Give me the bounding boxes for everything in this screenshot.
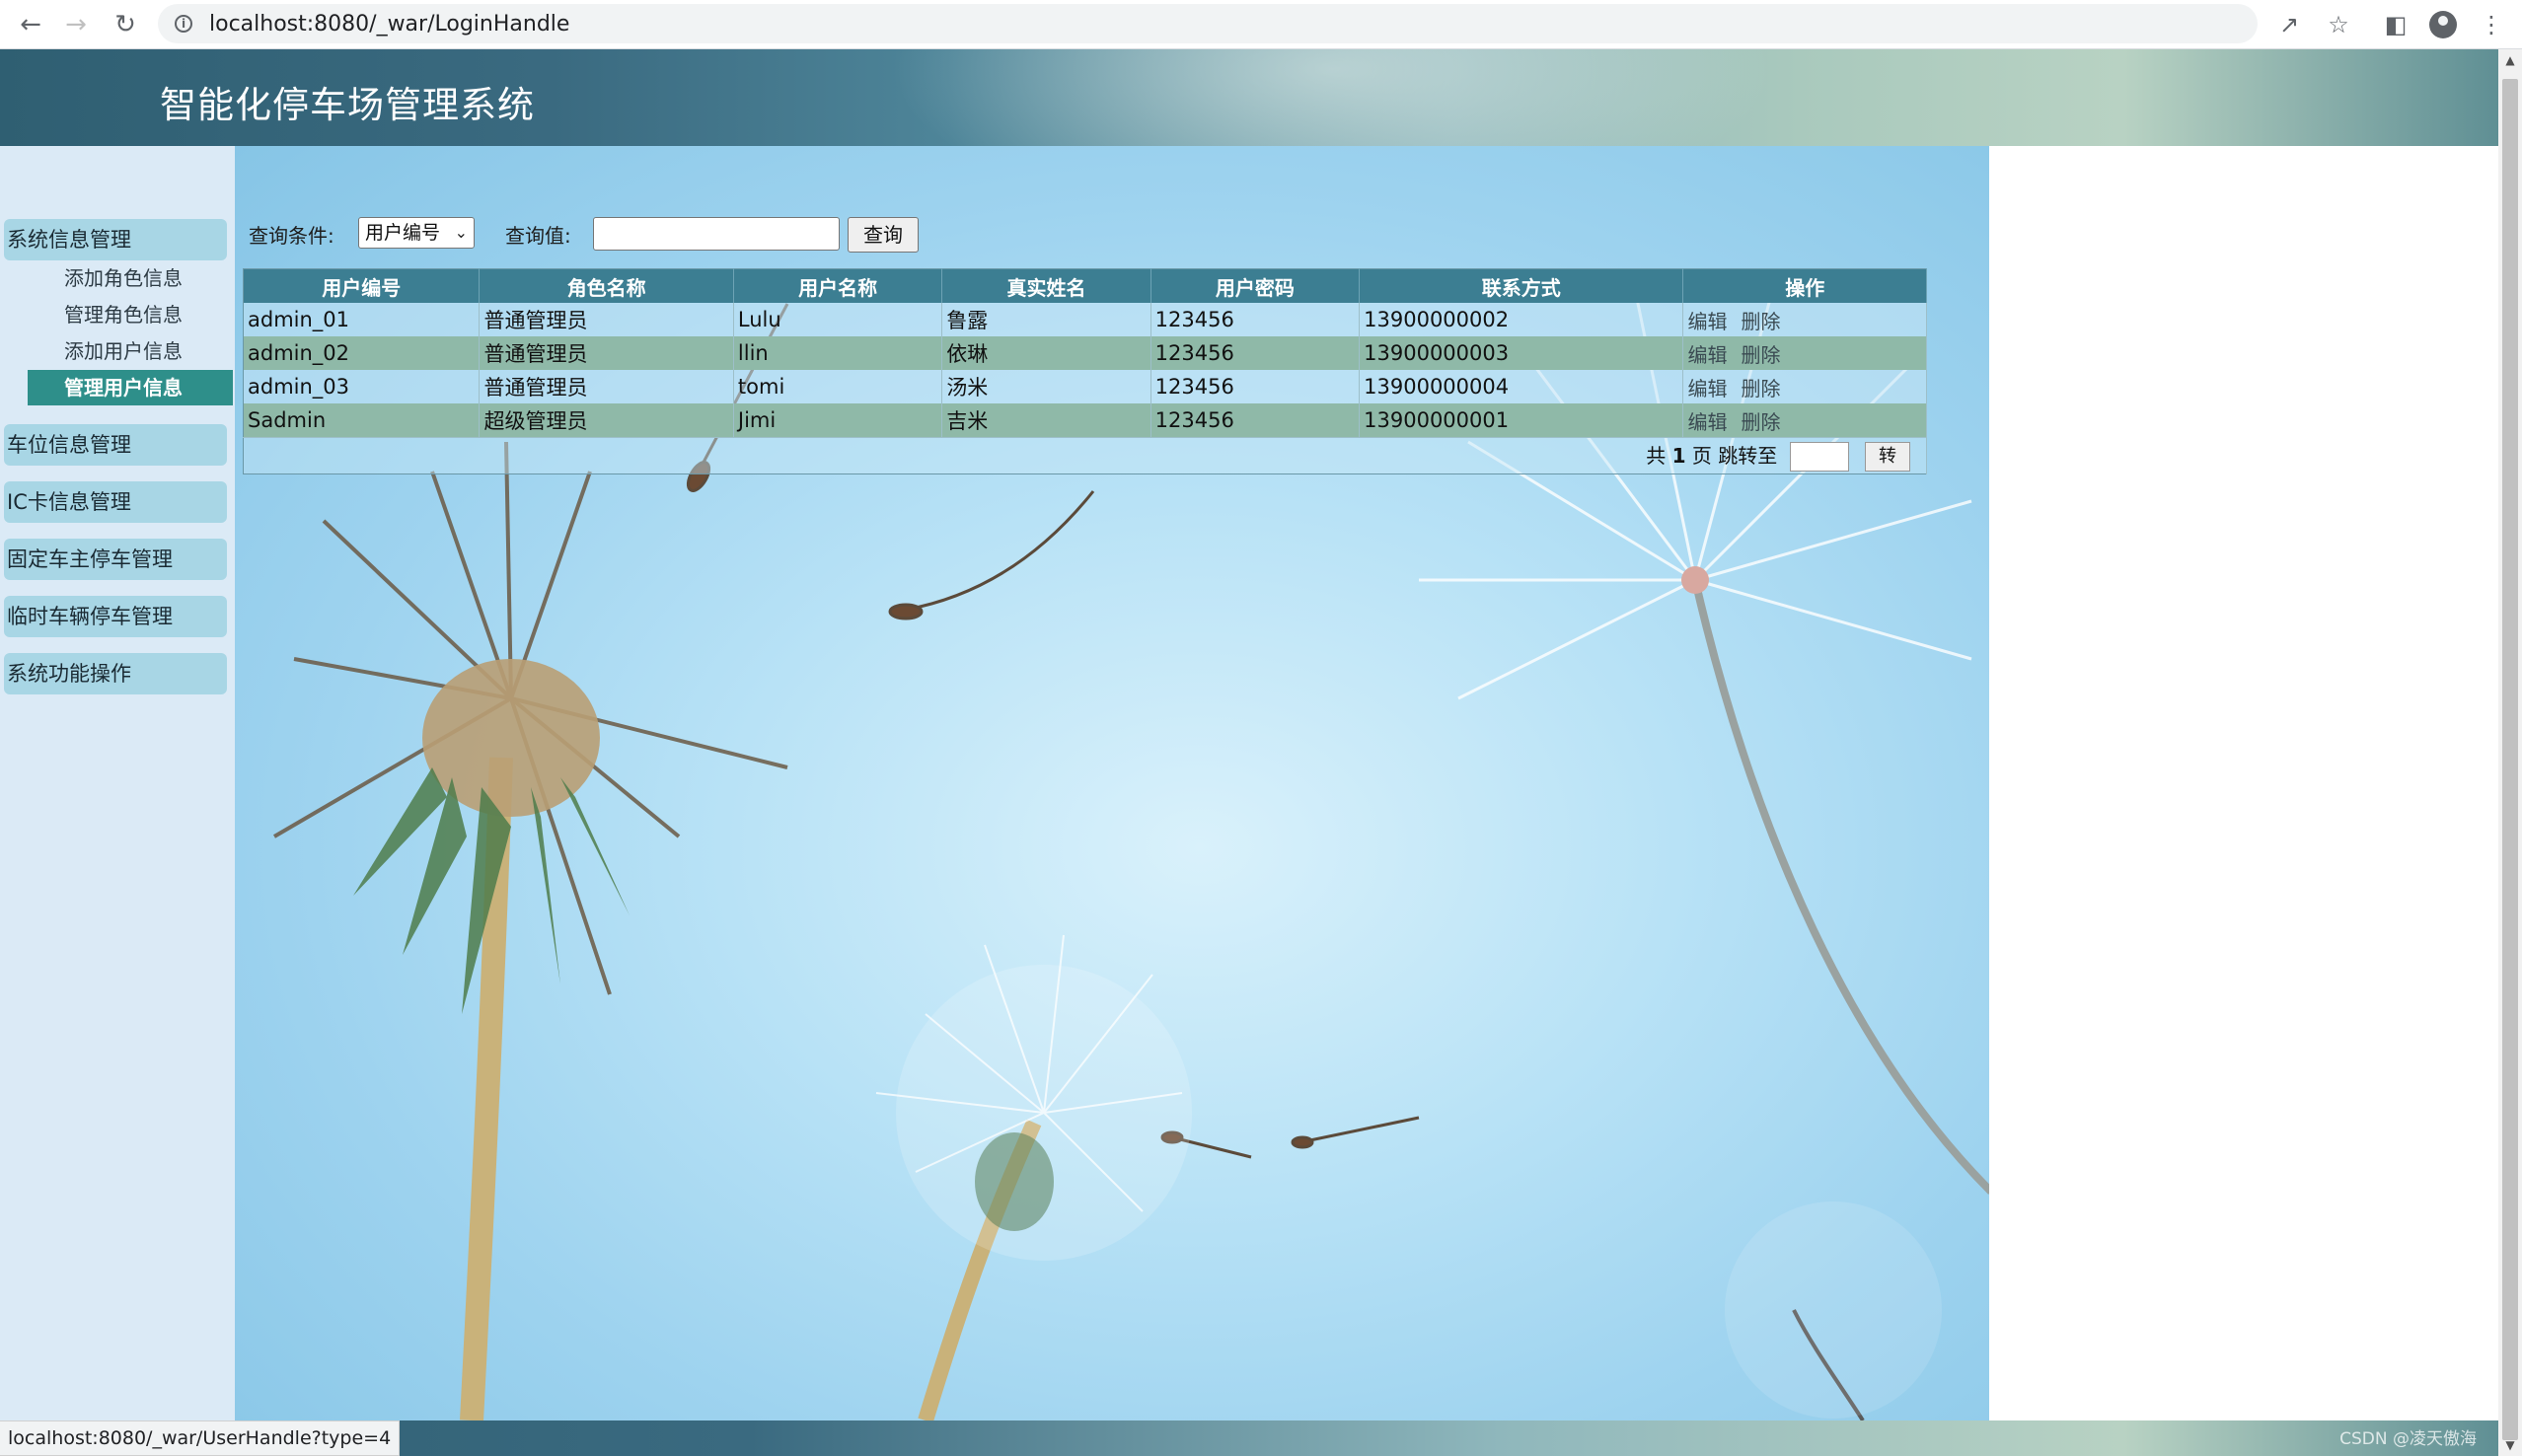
sub-item-add-user[interactable]: 添加用户信息 xyxy=(64,333,183,369)
cell-username: Lulu xyxy=(733,303,943,336)
cell-role: 超级管理员 xyxy=(479,403,734,438)
sub-item-add-role[interactable]: 添加角色信息 xyxy=(64,260,183,296)
watermark: CSDN @凌天傲海 xyxy=(2339,1429,2477,1449)
query-value-label: 查询值: xyxy=(505,224,571,248)
cell-operations: 编辑 删除 xyxy=(1682,370,1927,403)
profile-icon[interactable] xyxy=(2426,8,2460,41)
cell-password: 123456 xyxy=(1150,370,1361,403)
table-row: Sadmin 超级管理员 Jimi 吉米 123456 13900000001 … xyxy=(243,403,1927,438)
query-value-input[interactable] xyxy=(593,217,840,251)
cell-real-name: 鲁露 xyxy=(941,303,1151,336)
menu-group-fixed-owner[interactable]: 固定车主停车管理 xyxy=(4,539,227,580)
main-content: 查询条件: 用户编号 ⌄ 查询值: 查询 用户编号 角色名称 用户名称 真实姓名… xyxy=(235,146,1989,1420)
cell-operations: 编辑 删除 xyxy=(1682,336,1927,370)
scroll-up-icon[interactable]: ▲ xyxy=(2498,53,2522,67)
cell-role: 普通管理员 xyxy=(479,303,734,336)
status-bar-url: localhost:8080/_war/UserHandle?type=4 xyxy=(0,1420,401,1456)
pager-total-pages: 1 xyxy=(1671,443,1686,468)
table-header-row: 用户编号 角色名称 用户名称 真实姓名 用户密码 联系方式 操作 xyxy=(243,268,1927,303)
cell-contact: 13900000002 xyxy=(1359,303,1684,336)
query-button[interactable]: 查询 xyxy=(848,217,919,253)
cell-username: tomi xyxy=(733,370,943,403)
cell-contact: 13900000001 xyxy=(1359,403,1684,438)
cell-real-name: 汤米 xyxy=(941,370,1151,403)
cell-role: 普通管理员 xyxy=(479,336,734,370)
cell-user-id: admin_03 xyxy=(243,370,481,403)
reload-icon[interactable]: ↻ xyxy=(109,8,142,41)
pager: 共 1 页 跳转至 转 xyxy=(243,437,1927,474)
cell-username: Jimi xyxy=(733,403,943,438)
delete-link[interactable]: 删除 xyxy=(1741,343,1780,367)
query-condition-label: 查询条件: xyxy=(249,224,334,248)
table-row: admin_02 普通管理员 llin 依琳 123456 1390000000… xyxy=(243,336,1927,370)
edit-link[interactable]: 编辑 xyxy=(1687,343,1727,367)
menu-group-ic-card[interactable]: IC卡信息管理 xyxy=(4,481,227,523)
star-icon[interactable]: ☆ xyxy=(2322,8,2355,41)
user-table: 用户编号 角色名称 用户名称 真实姓名 用户密码 联系方式 操作 admin_0… xyxy=(243,268,1927,474)
menu-icon[interactable]: ⋮ xyxy=(2475,8,2508,41)
right-blank-area xyxy=(1989,146,2498,1420)
info-icon[interactable]: i xyxy=(175,15,192,33)
query-condition-value: 用户编号 xyxy=(365,222,441,244)
cell-role: 普通管理员 xyxy=(479,370,734,403)
column-header-operations: 操作 xyxy=(1682,268,1927,303)
query-condition-select[interactable]: 用户编号 ⌄ xyxy=(358,217,475,249)
edit-link[interactable]: 编辑 xyxy=(1687,410,1727,434)
cell-contact: 13900000003 xyxy=(1359,336,1684,370)
url-text: localhost:8080/_war/LoginHandle xyxy=(209,12,570,36)
sub-item-manage-role[interactable]: 管理角色信息 xyxy=(64,297,183,332)
page-header: 智能化停车场管理系统 xyxy=(0,49,2498,146)
delete-link[interactable]: 删除 xyxy=(1741,310,1780,333)
cell-real-name: 吉米 xyxy=(941,403,1151,438)
menu-group-parking-space[interactable]: 车位信息管理 xyxy=(4,424,227,466)
cell-user-id: Sadmin xyxy=(243,403,481,438)
cell-operations: 编辑 删除 xyxy=(1682,403,1927,438)
cell-real-name: 依琳 xyxy=(941,336,1151,370)
address-bar[interactable]: i localhost:8080/_war/LoginHandle xyxy=(158,4,2258,43)
scroll-down-icon[interactable]: ▼ xyxy=(2498,1438,2522,1452)
menu-group-temporary-vehicle[interactable]: 临时车辆停车管理 xyxy=(4,596,227,637)
cell-username: llin xyxy=(733,336,943,370)
cell-operations: 编辑 删除 xyxy=(1682,303,1927,336)
pager-suffix: 页 跳转至 xyxy=(1691,443,1778,468)
scrollbar-thumb[interactable] xyxy=(2502,79,2518,1440)
browser-toolbar: ← → ↻ i localhost:8080/_war/LoginHandle … xyxy=(0,0,2522,49)
chevron-down-icon: ⌄ xyxy=(454,223,468,242)
column-header-username: 用户名称 xyxy=(733,268,943,303)
delete-link[interactable]: 删除 xyxy=(1741,410,1780,434)
table-row: admin_01 普通管理员 Lulu 鲁露 123456 1390000000… xyxy=(243,303,1927,336)
menu-group-system-functions[interactable]: 系统功能操作 xyxy=(4,653,227,694)
page-jump-input[interactable] xyxy=(1789,442,1849,473)
cell-user-id: admin_01 xyxy=(243,303,481,336)
column-header-role: 角色名称 xyxy=(479,268,734,303)
cell-contact: 13900000004 xyxy=(1359,370,1684,403)
sub-item-manage-user[interactable]: 管理用户信息 xyxy=(28,370,233,405)
edit-link[interactable]: 编辑 xyxy=(1687,310,1727,333)
back-icon[interactable]: ← xyxy=(14,8,47,41)
page-viewport: 智能化停车场管理系统 系统信息管理 添加角色信息 管理角色信息 添加用户信息 管… xyxy=(0,49,2498,1420)
column-header-password: 用户密码 xyxy=(1150,268,1361,303)
vertical-scrollbar[interactable]: ▲ ▼ xyxy=(2498,49,2522,1456)
cell-password: 123456 xyxy=(1150,336,1361,370)
column-header-real-name: 真实姓名 xyxy=(941,268,1151,303)
page-title: 智能化停车场管理系统 xyxy=(160,84,535,126)
delete-link[interactable]: 删除 xyxy=(1741,377,1780,400)
sidepanel-icon[interactable]: ◧ xyxy=(2379,8,2412,41)
column-header-contact: 联系方式 xyxy=(1359,268,1684,303)
page-jump-button[interactable]: 转 xyxy=(1865,442,1910,473)
cell-user-id: admin_02 xyxy=(243,336,481,370)
table-row: admin_03 普通管理员 tomi 汤米 123456 1390000000… xyxy=(243,370,1927,403)
cell-password: 123456 xyxy=(1150,303,1361,336)
menu-group-system-info[interactable]: 系统信息管理 xyxy=(4,219,227,260)
share-icon[interactable]: ↗ xyxy=(2272,8,2306,41)
cell-password: 123456 xyxy=(1150,403,1361,438)
forward-icon[interactable]: → xyxy=(59,8,93,41)
pager-row: 共 1 页 跳转至 转 xyxy=(243,437,1927,474)
edit-link[interactable]: 编辑 xyxy=(1687,377,1727,400)
column-header-user-id: 用户编号 xyxy=(243,268,481,303)
sidebar: 系统信息管理 添加角色信息 管理角色信息 添加用户信息 管理用户信息 车位信息管… xyxy=(0,146,235,1420)
pager-prefix: 共 xyxy=(1646,443,1667,468)
